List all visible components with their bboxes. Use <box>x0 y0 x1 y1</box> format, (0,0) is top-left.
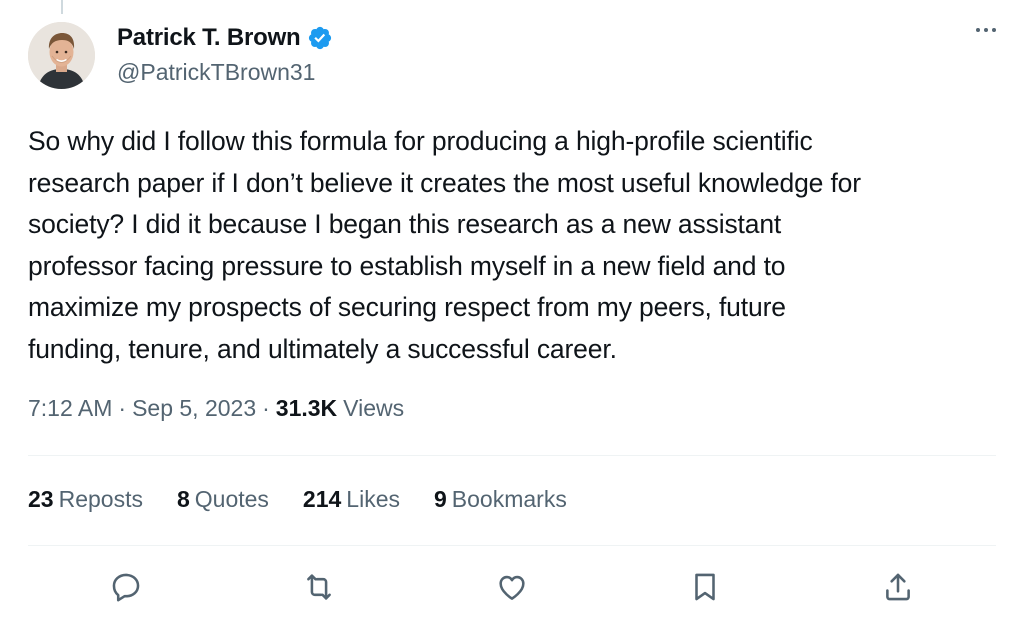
bookmarks-count: 9 <box>434 486 447 512</box>
bookmark-icon <box>695 573 715 601</box>
verified-badge-icon <box>308 26 331 50</box>
views-label: Views <box>343 395 405 421</box>
dot <box>976 28 980 32</box>
more-options-icon[interactable] <box>976 28 996 32</box>
quotes-label: Quotes <box>194 486 269 512</box>
likes-label: Likes <box>346 486 400 512</box>
dot <box>992 28 996 32</box>
likes-count: 214 <box>302 486 342 512</box>
tweet-time[interactable]: 7:12 AM <box>28 395 112 422</box>
divider <box>28 545 996 546</box>
tweet-text: So why did I follow this formula for pro… <box>28 126 861 364</box>
avatar[interactable] <box>28 22 95 89</box>
thread-connector-line <box>61 0 63 14</box>
share-icon <box>886 573 910 601</box>
bookmarks-stat[interactable]: 9 Bookmarks <box>434 486 567 513</box>
like-icon <box>499 575 525 600</box>
dot <box>984 28 988 32</box>
author-display-name[interactable]: Patrick T. Brown <box>117 24 301 52</box>
divider <box>28 455 996 456</box>
repost-button[interactable] <box>297 565 341 609</box>
tweet-date[interactable]: Sep 5, 2023 <box>132 395 256 422</box>
reposts-stat[interactable]: 23 Reposts <box>28 486 143 513</box>
reply-button[interactable] <box>104 565 148 609</box>
like-button[interactable] <box>490 565 534 609</box>
reposts-count: 23 <box>28 486 54 512</box>
tweet-meta: 7:12 AM · Sep 5, 2023 · 31.3K Views <box>28 395 404 422</box>
action-bar <box>0 565 1024 609</box>
author-handle[interactable]: @PatrickTBrown31 <box>117 59 315 86</box>
reply-icon <box>112 573 140 602</box>
bookmarks-label: Bookmarks <box>451 486 567 512</box>
likes-stat[interactable]: 214 Likes <box>303 486 400 513</box>
reposts-label: Reposts <box>58 486 143 512</box>
quotes-stat[interactable]: 8 Quotes <box>177 486 269 513</box>
quotes-count: 8 <box>176 486 190 512</box>
share-button[interactable] <box>876 565 920 609</box>
views-count: 31.3K <box>275 395 338 421</box>
engagement-stats: 23 Reposts 8 Quotes 214 Likes 9 Bookmarks <box>28 486 601 513</box>
meta-separator: · <box>118 395 127 421</box>
bookmark-button[interactable] <box>683 565 727 609</box>
author-name-row: Patrick T. Brown <box>117 24 333 52</box>
repost-icon <box>307 574 331 600</box>
meta-separator: · <box>262 395 270 421</box>
